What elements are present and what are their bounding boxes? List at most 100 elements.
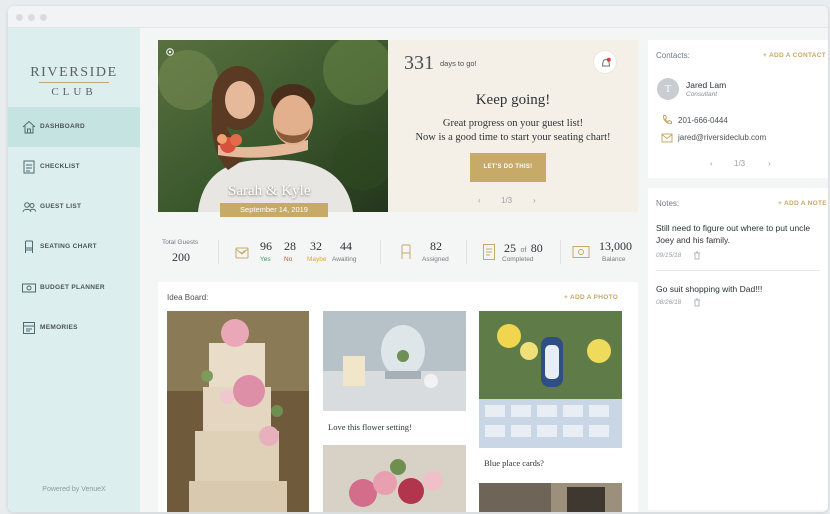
sidebar-item-budget-planner[interactable]: BUDGET PLANNER: [8, 268, 140, 308]
phone-icon: [662, 115, 672, 125]
chair-icon: [25, 240, 33, 253]
sidebar-item-label: DASHBOARD: [40, 123, 85, 130]
sidebar-item-label: GUEST LIST: [40, 203, 82, 210]
completed-total: 80: [530, 241, 543, 255]
hero-message-line-2: Now is a good time to start your seating…: [415, 132, 611, 143]
app-window: RIVERSIDE CLUB DASHBOARD CHECKLIST GUEST…: [8, 6, 828, 512]
idea-photo-bouquet[interactable]: [323, 445, 466, 512]
contact-phone[interactable]: 201-666-0444: [678, 116, 728, 125]
notes-card: Notes: + ADD A NOTE Still need to figure…: [648, 188, 828, 510]
sidebar-item-dashboard[interactable]: DASHBOARD: [8, 107, 140, 147]
countdown-panel: 331 days to go! Keep going! Great progre…: [388, 40, 638, 212]
idea-board: Idea Board: + ADD A PHOTO Love this flow…: [158, 282, 638, 512]
note-divider: [656, 270, 820, 271]
money-icon: [572, 246, 590, 258]
idea-photo-place-cards[interactable]: [479, 311, 622, 448]
contact-role: Consultant: [686, 91, 718, 98]
window-zoom-dot[interactable]: [40, 14, 47, 21]
add-contact-link[interactable]: + ADD A CONTACT: [763, 52, 826, 59]
money-icon: [22, 283, 36, 293]
contact-name: Jared Lam: [686, 80, 727, 90]
trash-icon[interactable]: [693, 251, 701, 260]
cake-photo: [167, 311, 309, 512]
sidebar-item-memories[interactable]: MEMORIES: [8, 308, 140, 348]
chair-icon: [401, 244, 411, 259]
couple-photo: Sarah & Kyle: [158, 40, 388, 212]
sidebar-item-seating-chart[interactable]: SEATING CHART: [8, 227, 140, 267]
maybe-label: Maybe: [307, 256, 327, 263]
idea-photo-cake[interactable]: [167, 311, 309, 512]
completed-of: of: [520, 247, 527, 254]
window-minimize-dot[interactable]: [28, 14, 35, 21]
maybe-count: 32: [310, 239, 322, 253]
contacts-title: Contacts:: [656, 51, 690, 60]
sidebar-item-label: SEATING CHART: [40, 243, 97, 250]
prev-arrow-icon[interactable]: ‹: [710, 159, 713, 168]
hero-pager: 1/3: [501, 196, 513, 205]
days-label: days to go!: [440, 59, 477, 68]
sidebar-item-label: CHECKLIST: [40, 163, 80, 170]
awaiting-count: 44: [340, 239, 352, 253]
sidebar-item-label: MEMORIES: [40, 324, 78, 331]
add-photo-link[interactable]: + ADD A PHOTO: [564, 294, 618, 301]
logo-wordmark: RIVERSIDE: [30, 65, 118, 80]
idea-photo-flower-setting[interactable]: [323, 311, 466, 411]
stats-divider: [560, 240, 561, 264]
notes-title: Notes:: [656, 199, 680, 208]
completed-progress: 25 of 80: [504, 239, 543, 257]
no-label: No: [284, 256, 293, 263]
gear-icon[interactable]: [164, 46, 176, 58]
bell-icon: [601, 57, 611, 67]
idea-caption: Love this flower setting!: [328, 422, 412, 432]
sidebar-item-guest-list[interactable]: GUEST LIST: [8, 187, 140, 227]
bag-photo: [479, 483, 622, 512]
prev-arrow-icon[interactable]: ‹: [478, 196, 481, 205]
lets-do-this-button[interactable]: LET'S DO THIS!: [470, 153, 546, 182]
sidebar-item-checklist[interactable]: CHECKLIST: [8, 147, 140, 187]
note-text: Still need to figure out where to put un…: [656, 223, 811, 245]
balance-label: Balance: [602, 256, 626, 263]
couple-name: Sarah & Kyle: [228, 183, 311, 199]
window-close-dot[interactable]: [16, 14, 23, 21]
contact-email[interactable]: jared@riversideclub.com: [678, 133, 766, 142]
flower-setting-photo: [323, 311, 466, 411]
contacts-card: Contacts: + ADD A CONTACT T Jared Lam Co…: [648, 40, 828, 178]
powered-by: Powered by VenueX: [42, 486, 106, 493]
yes-label: Yes: [260, 256, 271, 263]
idea-photo-bag[interactable]: [479, 483, 622, 512]
awaiting-label: Awaiting: [332, 256, 357, 263]
balance-value: 13,000: [599, 239, 632, 253]
place-cards-photo: [479, 311, 622, 448]
rsvp-icon: [235, 247, 249, 259]
total-guests-value: 200: [172, 250, 190, 264]
total-guests-label: Total Guests: [162, 239, 199, 246]
assigned-count: 82: [430, 239, 442, 253]
sidebar-item-label: BUDGET PLANNER: [40, 284, 105, 291]
stats-divider: [380, 240, 381, 264]
days-count: 331: [404, 52, 434, 74]
note-date: 09/15/18: [656, 252, 682, 259]
checklist-icon: [23, 160, 35, 174]
next-arrow-icon[interactable]: ›: [768, 159, 771, 168]
hero-message-line-1: Great progress on your guest list!: [442, 118, 584, 129]
completed-count: 25: [504, 241, 516, 255]
note-date: 08/26/18: [656, 299, 682, 306]
countdown-card: Sarah & Kyle 331 days to go! Keep going!…: [158, 40, 638, 212]
add-note-link[interactable]: + ADD A NOTE: [778, 200, 827, 207]
idea-caption: Blue place cards?: [484, 458, 544, 468]
logo-subword: CLUB: [51, 86, 97, 98]
no-count: 28: [284, 239, 296, 253]
completed-label: Completed: [502, 256, 534, 263]
next-arrow-icon[interactable]: ›: [533, 196, 536, 205]
contacts-pager: 1/3: [734, 159, 746, 168]
home-icon: [22, 120, 36, 134]
sidebar: RIVERSIDE CLUB DASHBOARD CHECKLIST GUEST…: [8, 28, 140, 512]
logo-divider: [39, 82, 109, 83]
yes-count: 96: [260, 239, 272, 253]
trash-icon[interactable]: [693, 298, 701, 307]
note-text: Go suit shopping with Dad!!!: [656, 284, 763, 294]
stats-divider: [218, 240, 219, 264]
checklist-icon: [483, 244, 495, 260]
notification-button[interactable]: [593, 50, 617, 74]
album-icon: [23, 322, 35, 334]
